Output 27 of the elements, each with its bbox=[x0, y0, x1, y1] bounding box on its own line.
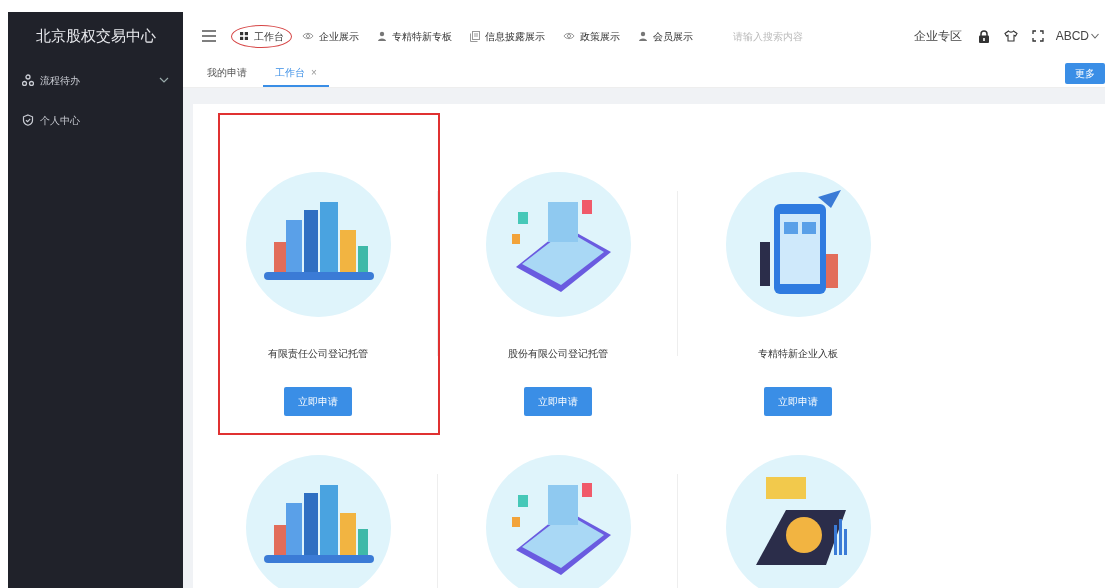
sidebar-item[interactable]: 个人中心 bbox=[8, 100, 183, 140]
user-icon bbox=[377, 31, 387, 41]
nav-link[interactable]: 信息披露展示 bbox=[462, 24, 553, 48]
app-title: 北京股权交易中心 bbox=[35, 25, 156, 46]
tab[interactable]: 我的申请 bbox=[195, 60, 259, 87]
grid-icon bbox=[239, 31, 249, 41]
eye-icon bbox=[302, 31, 314, 41]
card-title: 股份有限公司登记托管 bbox=[508, 347, 608, 361]
nav-link[interactable]: 政策展示 bbox=[555, 24, 628, 48]
nav-link[interactable]: 专精特新专板 bbox=[369, 24, 460, 48]
card-title: 有限责任公司登记托管 bbox=[268, 347, 368, 361]
fullscreen-icon[interactable] bbox=[1031, 30, 1044, 42]
lock-icon[interactable] bbox=[977, 29, 990, 43]
zone-link[interactable]: 企业专区 bbox=[913, 27, 962, 45]
shirt-icon[interactable] bbox=[1003, 30, 1018, 42]
user-icon bbox=[638, 31, 648, 41]
menu-icon[interactable] bbox=[201, 29, 217, 43]
user-menu[interactable]: ABCD bbox=[1055, 27, 1089, 45]
nodes-icon bbox=[22, 74, 34, 86]
eye-icon bbox=[563, 31, 575, 41]
sidebar-item[interactable]: 流程待办 bbox=[8, 60, 183, 100]
card-title: 专精特新企业入板 bbox=[758, 347, 838, 361]
nav-link[interactable]: 企业展示 bbox=[294, 24, 367, 48]
caret-icon bbox=[1091, 33, 1099, 39]
nav-link[interactable]: 会员展示 bbox=[630, 24, 701, 48]
document-icon bbox=[470, 30, 480, 42]
shield-check-icon bbox=[22, 114, 34, 126]
